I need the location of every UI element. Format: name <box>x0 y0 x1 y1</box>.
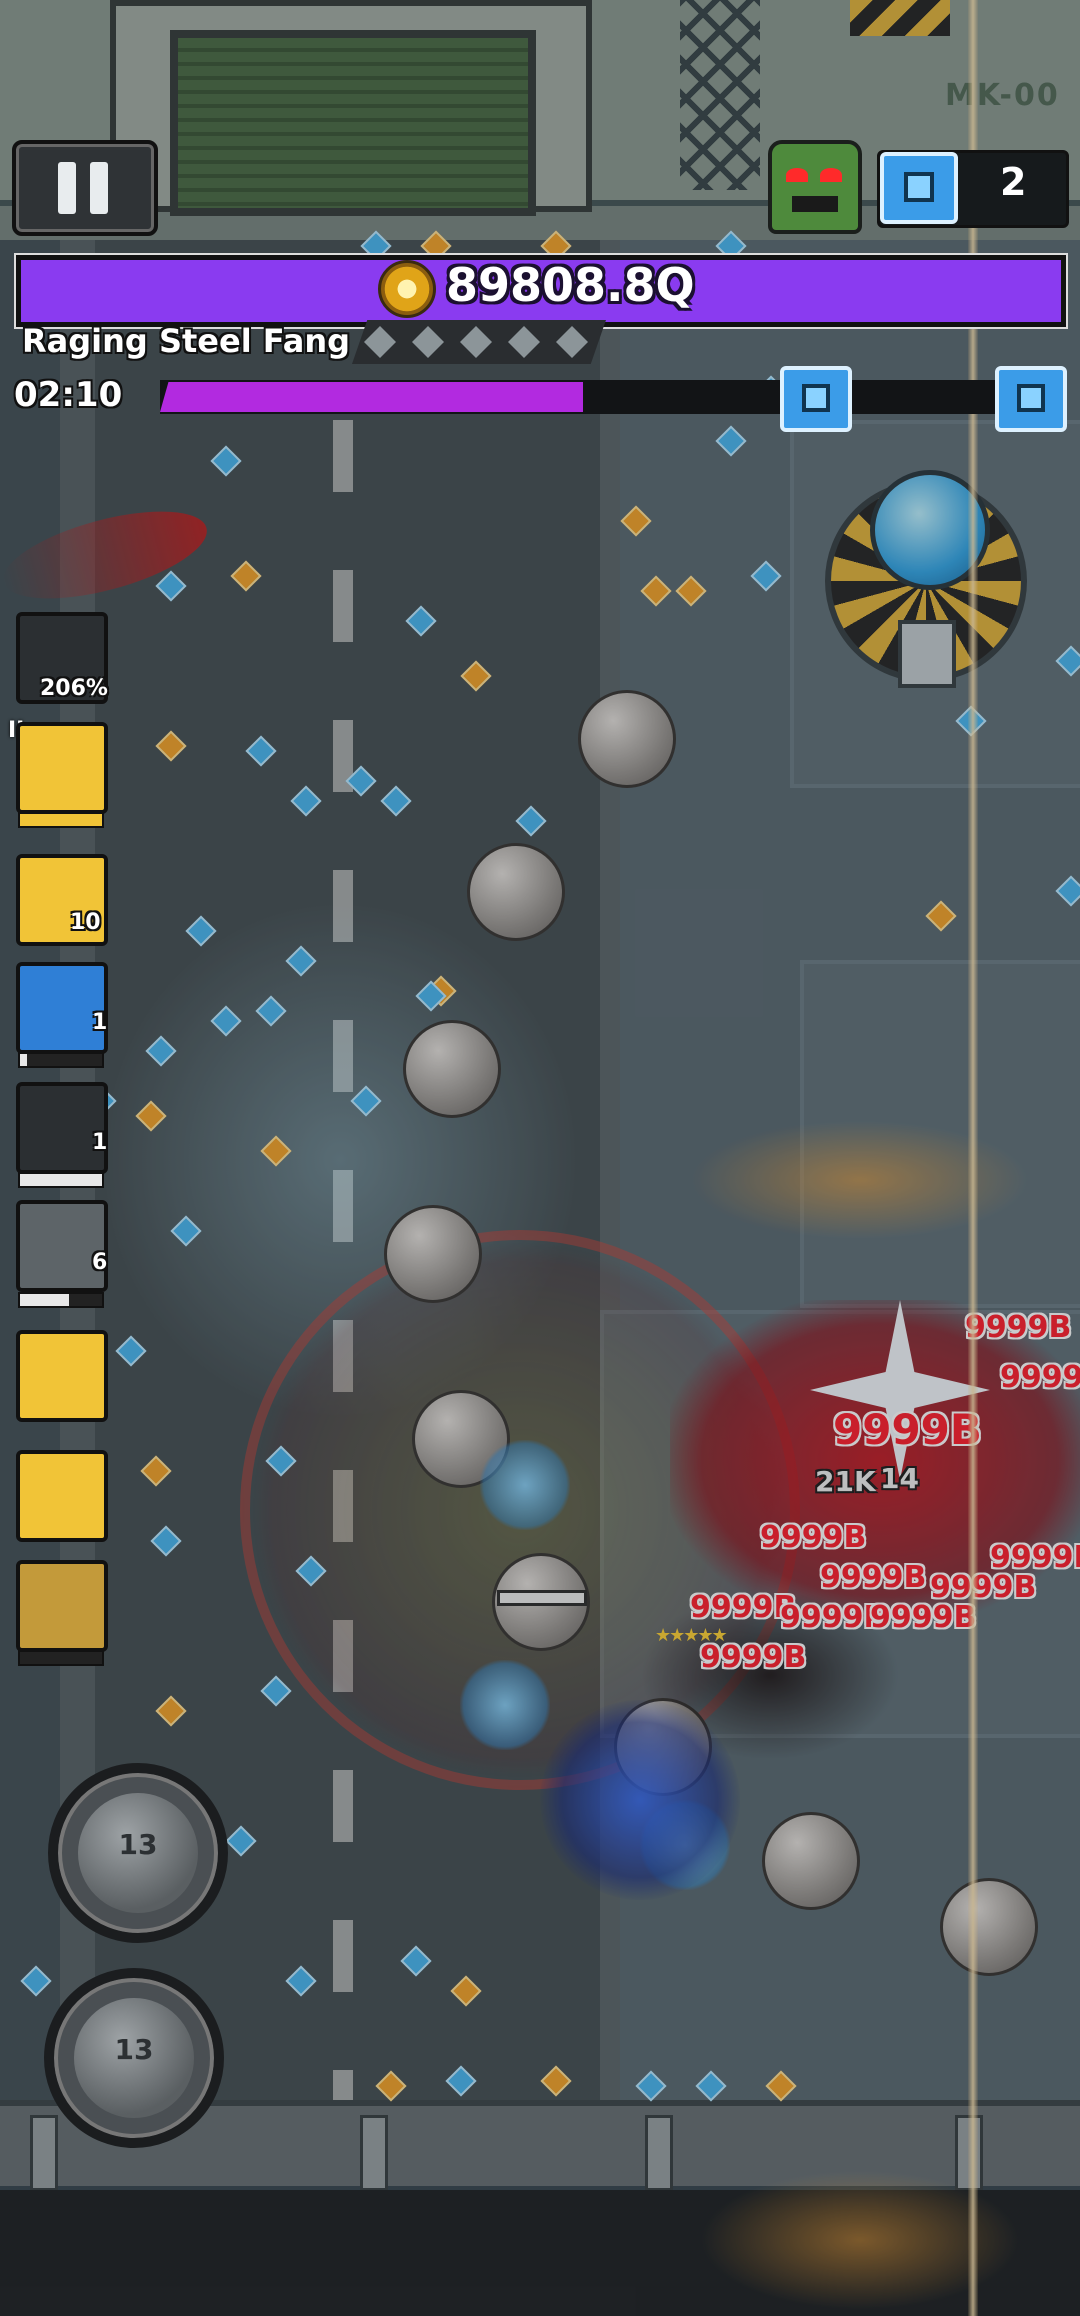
moon-ability-cooldown: 13 <box>118 1828 158 1861</box>
penguin-upgrade-icon[interactable] <box>16 1330 108 1422</box>
fire-orb-cooldown-fill <box>20 1054 27 1066</box>
shield-skill-icon[interactable] <box>16 1082 108 1174</box>
mouth <box>792 196 838 212</box>
dash-ability-button[interactable]: 13 <box>44 1968 224 2148</box>
fire-orb-cooldown-bar <box>18 1052 104 1068</box>
boss-face-icon <box>768 140 862 234</box>
potion-flask-icon[interactable] <box>16 1560 108 1652</box>
stage-progress-fill <box>160 382 583 412</box>
shield-cooldown-fill <box>20 1174 102 1186</box>
moon-ability-button[interactable]: 13 <box>48 1763 228 1943</box>
chest-icon <box>880 152 958 224</box>
fire-orb-level: 1 <box>92 1010 108 1035</box>
chest-count: 2 <box>1000 160 1027 204</box>
blade-skill-icon[interactable] <box>16 1200 108 1292</box>
fire-orb-skill-icon[interactable] <box>16 962 108 1054</box>
boss-name: Raging Steel Fang <box>22 322 351 360</box>
chest-milestone-icon <box>780 366 852 432</box>
burst-skill-icon[interactable] <box>16 722 108 814</box>
speed-gauge-label: 206% <box>40 676 108 701</box>
stage-timer: 02:10 <box>14 375 123 415</box>
eye <box>820 168 842 182</box>
eye <box>786 168 808 182</box>
dash-ability-cooldown: 13 <box>114 2033 154 2066</box>
burst-cooldown-bar <box>18 812 104 828</box>
shield-cooldown-bar <box>18 1172 104 1188</box>
pause-icon <box>90 162 108 214</box>
blade-level: 6 <box>92 1250 108 1275</box>
chest-milestone-icon <box>995 366 1067 432</box>
gear-icon <box>378 260 436 318</box>
cat-pet-icon[interactable] <box>16 1450 108 1542</box>
blade-cooldown-fill <box>20 1294 70 1306</box>
blade-cooldown-bar <box>18 1292 104 1308</box>
burst-cooldown-fill <box>20 814 102 826</box>
potion-cooldown-bar <box>18 1650 104 1666</box>
blood-drop-level: 10 <box>70 910 101 935</box>
pause-button[interactable] <box>12 140 158 236</box>
boss-hp-value: 89808.8Q <box>446 258 695 312</box>
shield-level: 1 <box>92 1130 108 1155</box>
pause-icon <box>58 162 76 214</box>
